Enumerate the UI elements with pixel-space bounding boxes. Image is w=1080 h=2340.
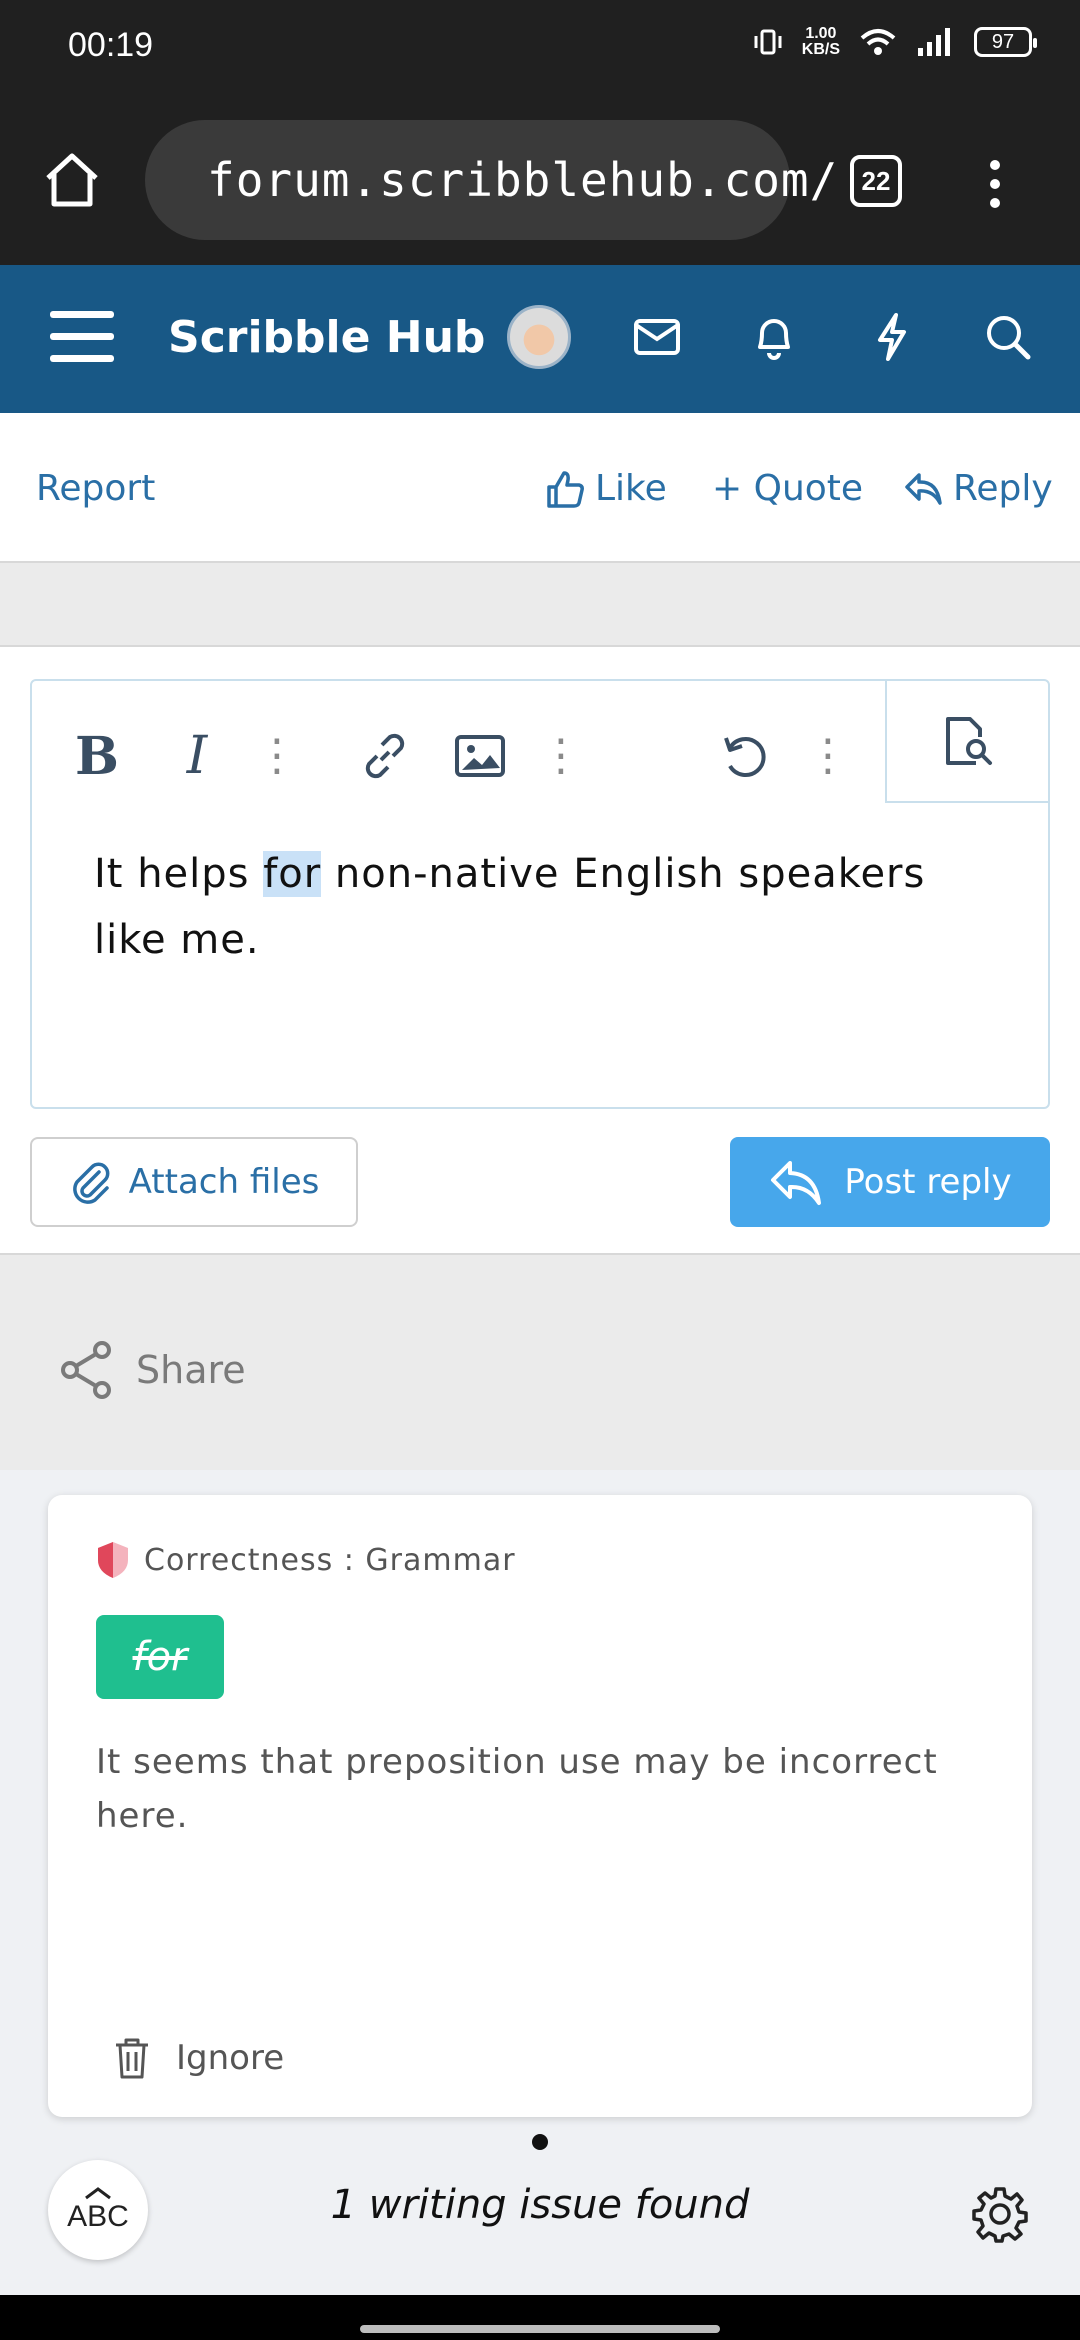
more-insert-options-icon[interactable]: ⋮: [526, 721, 596, 791]
bell-icon[interactable]: [742, 305, 806, 369]
gear-icon[interactable]: [968, 2182, 1032, 2246]
home-icon[interactable]: [40, 148, 104, 216]
site-title[interactable]: Scribble Hub: [168, 312, 485, 363]
hamburger-menu-icon[interactable]: [50, 307, 114, 371]
quote-button[interactable]: + Quote: [712, 468, 863, 509]
preview-icon[interactable]: [885, 681, 1048, 803]
report-link[interactable]: Report: [36, 468, 155, 509]
issue-category: Correctness : Grammar: [96, 1540, 516, 1580]
inbox-icon[interactable]: [625, 305, 689, 369]
reply-arrow-icon: [905, 472, 942, 505]
browser-toolbar: forum.scribblehub.com/ 22: [0, 95, 1080, 265]
wifi-icon: [860, 29, 896, 55]
reply-button[interactable]: Reply: [903, 468, 1053, 509]
issues-found-count: 1 writing issue found: [330, 2182, 750, 2228]
system-nav-bar: [0, 2295, 1080, 2340]
reply-arrow-icon: [771, 1161, 822, 1205]
bold-button[interactable]: B: [62, 721, 132, 791]
issue-description: It seems that preposition use may be inc…: [96, 1742, 938, 1836]
reply-form: B I ⋮ ⋮ ⋮ It helps for non-native Englis…: [0, 645, 1080, 1255]
lightning-icon[interactable]: [860, 305, 924, 369]
undo-icon[interactable]: [709, 721, 779, 791]
status-bar: 00:19 1.00 KB/S 97: [0, 0, 1080, 95]
site-header: Scribble Hub: [0, 265, 1080, 413]
address-bar[interactable]: forum.scribblehub.com/: [145, 120, 837, 240]
signal-icon: [918, 28, 950, 56]
url-text: forum.scribblehub.com/: [207, 153, 839, 207]
share-icon: [61, 1341, 111, 1399]
share-button[interactable]: Share: [58, 1340, 246, 1400]
home-gesture-handle[interactable]: [360, 2325, 720, 2333]
more-text-options-icon[interactable]: ⋮: [242, 721, 312, 791]
thumbs-up-icon: [547, 470, 584, 508]
grammar-assistant-panel: Correctness : Grammar for It seems that …: [0, 1470, 1080, 2295]
ignore-button[interactable]: Ignore: [112, 2035, 284, 2081]
trash-icon: [116, 2038, 148, 2079]
link-icon[interactable]: [350, 721, 420, 791]
shield-icon: [98, 1542, 128, 1578]
italic-button[interactable]: I: [162, 721, 232, 791]
tab-switcher-button[interactable]: 22: [850, 155, 902, 207]
flagged-word[interactable]: for: [263, 851, 322, 897]
image-icon[interactable]: [445, 721, 515, 791]
paperclip-icon: [72, 1162, 110, 1204]
suggestion-chip[interactable]: for: [96, 1615, 224, 1699]
vibrate-icon: [754, 29, 782, 55]
status-time: 00:19: [68, 26, 154, 64]
net-speed: 1.00 KB/S: [801, 25, 840, 58]
search-icon[interactable]: [976, 305, 1040, 369]
attach-files-button[interactable]: Attach files: [30, 1137, 358, 1227]
pagination-dot: [532, 2134, 548, 2150]
editor-content[interactable]: It helps for non-native English speakers…: [94, 841, 994, 973]
post-reply-button[interactable]: Post reply: [730, 1137, 1050, 1227]
avatar[interactable]: [507, 305, 571, 369]
like-button[interactable]: Like: [545, 468, 667, 509]
more-editor-options-icon[interactable]: ⋮: [793, 721, 863, 791]
status-icons: 1.00 KB/S 97: [752, 25, 1037, 58]
more-menu-icon[interactable]: [980, 157, 1010, 221]
grammar-issue-card: Correctness : Grammar for It seems that …: [48, 1495, 1032, 2117]
rich-text-editor[interactable]: B I ⋮ ⋮ ⋮ It helps for non-native Englis…: [30, 679, 1050, 1109]
post-actions-bar: Report Like + Quote Reply: [0, 413, 1080, 563]
battery-icon: 97: [974, 27, 1037, 57]
